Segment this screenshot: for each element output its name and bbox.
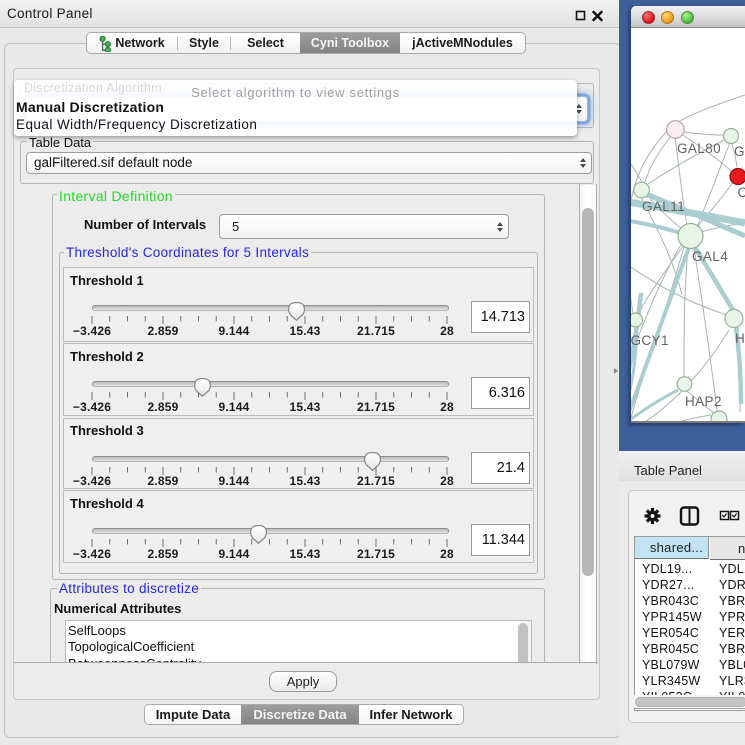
svg-text:GA: GA	[734, 144, 745, 159]
svg-text:H: H	[735, 331, 745, 346]
svg-text:HAP2: HAP2	[685, 394, 722, 409]
svg-text:C: C	[738, 185, 745, 200]
svg-text:GAL11: GAL11	[642, 199, 685, 214]
svg-text:GAL4: GAL4	[692, 249, 728, 264]
svg-text:GCY1: GCY1	[631, 333, 669, 348]
svg-text:GAL80: GAL80	[677, 141, 721, 156]
